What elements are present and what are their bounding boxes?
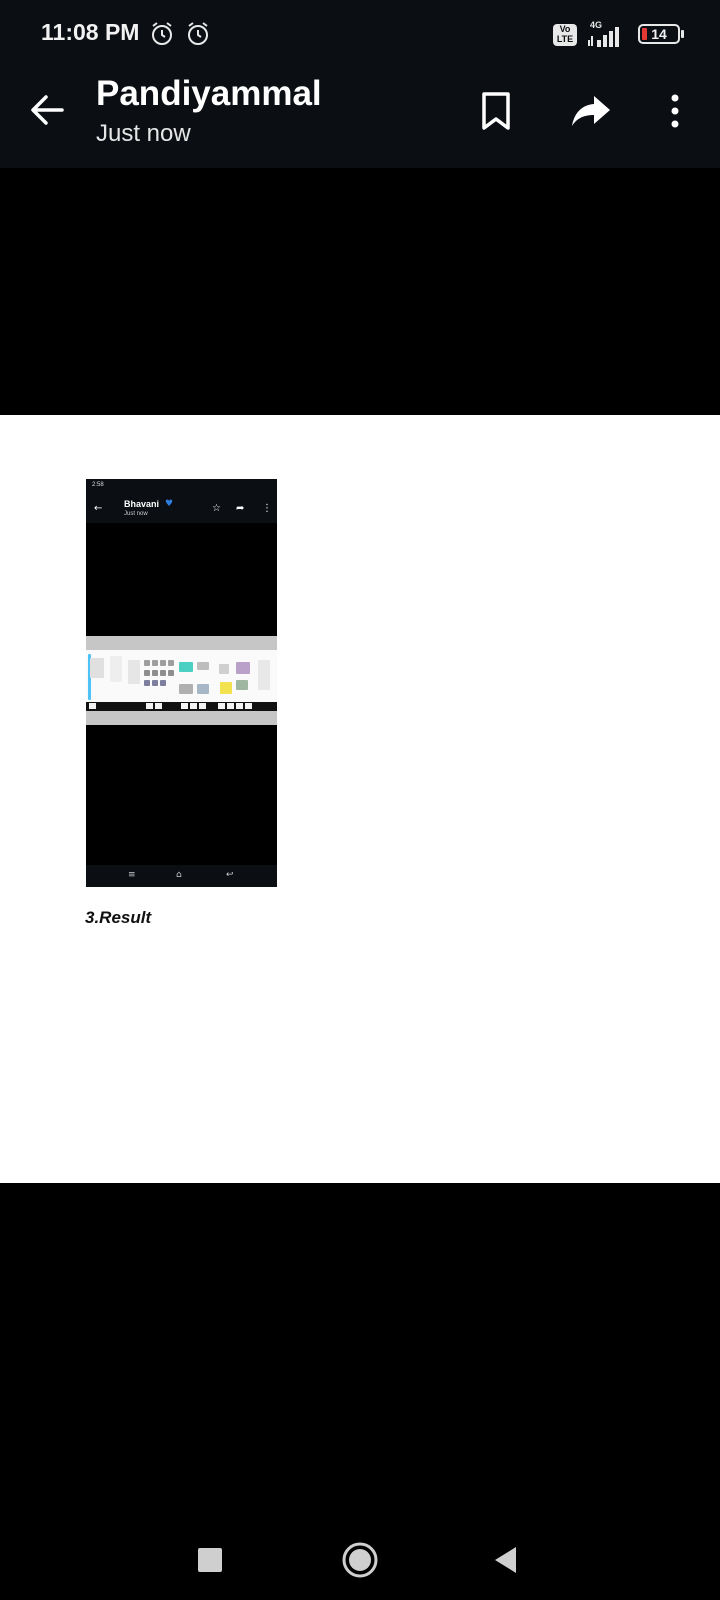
share-icon	[572, 96, 610, 126]
embedded-gray-strip	[86, 711, 277, 725]
more-options-button[interactable]	[652, 88, 698, 134]
page-title: Pandiyammal	[96, 74, 322, 113]
embedded-recents-icon: ≡	[128, 870, 136, 880]
status-bar: 11:08 PM Vo LTE 4G 14	[0, 0, 720, 68]
volte-icon: Vo LTE	[553, 24, 577, 46]
embedded-gray-strip	[86, 636, 277, 650]
embedded-star-icon: ☆	[212, 503, 221, 514]
app-bar: Pandiyammal Just now	[0, 68, 720, 168]
system-nav-bar	[0, 1520, 720, 1600]
battery-percent: 14	[651, 26, 667, 42]
embedded-back-icon: ↩	[226, 870, 234, 880]
embedded-heart-icon: ♥	[165, 499, 174, 509]
recents-button[interactable]	[180, 1530, 240, 1590]
embedded-thumbnail-row	[86, 702, 277, 711]
embedded-home-icon: ⌂	[176, 870, 182, 880]
embedded-status-bar: 2:58	[86, 479, 277, 495]
viewer-background-top	[0, 168, 720, 415]
back-nav-button[interactable]	[476, 1530, 536, 1590]
bookmark-icon	[482, 92, 510, 130]
back-arrow-icon	[31, 95, 64, 125]
alarm-icon	[188, 22, 208, 45]
embedded-status-time: 2:58	[92, 482, 104, 488]
embedded-share-icon: ➦	[236, 503, 245, 514]
embedded-image-strip	[86, 650, 277, 702]
document-caption: 3.Result	[85, 908, 152, 927]
embedded-screenshot: 2:58 ← Bhavani ♥ Just now ☆ ➦ ⋮ ≡ ⌂ ↩	[86, 479, 277, 887]
embedded-nav-bar: ≡ ⌂ ↩	[86, 865, 277, 887]
recents-square-icon	[198, 1548, 222, 1572]
back-button[interactable]	[26, 88, 70, 132]
embedded-subtitle: Just now	[124, 511, 148, 517]
embedded-title: Bhavani	[124, 499, 160, 509]
bookmark-button[interactable]	[473, 88, 519, 134]
more-vert-icon	[671, 94, 679, 128]
status-time: 11:08 PM	[41, 19, 140, 45]
home-button[interactable]	[330, 1530, 390, 1590]
share-button[interactable]	[568, 88, 614, 134]
signal-icon	[588, 27, 619, 47]
alarm-icon	[152, 22, 172, 45]
back-triangle-icon	[495, 1547, 516, 1573]
battery-icon: 14	[638, 24, 684, 44]
embedded-back-arrow-icon: ←	[94, 503, 103, 514]
embedded-more-icon: ⋮	[262, 503, 272, 514]
embedded-app-bar: ← Bhavani ♥ Just now ☆ ➦ ⋮	[86, 495, 277, 523]
page-subtitle: Just now	[96, 120, 191, 147]
home-circle-icon	[342, 1542, 378, 1578]
viewer-background-bottom	[0, 1183, 720, 1520]
